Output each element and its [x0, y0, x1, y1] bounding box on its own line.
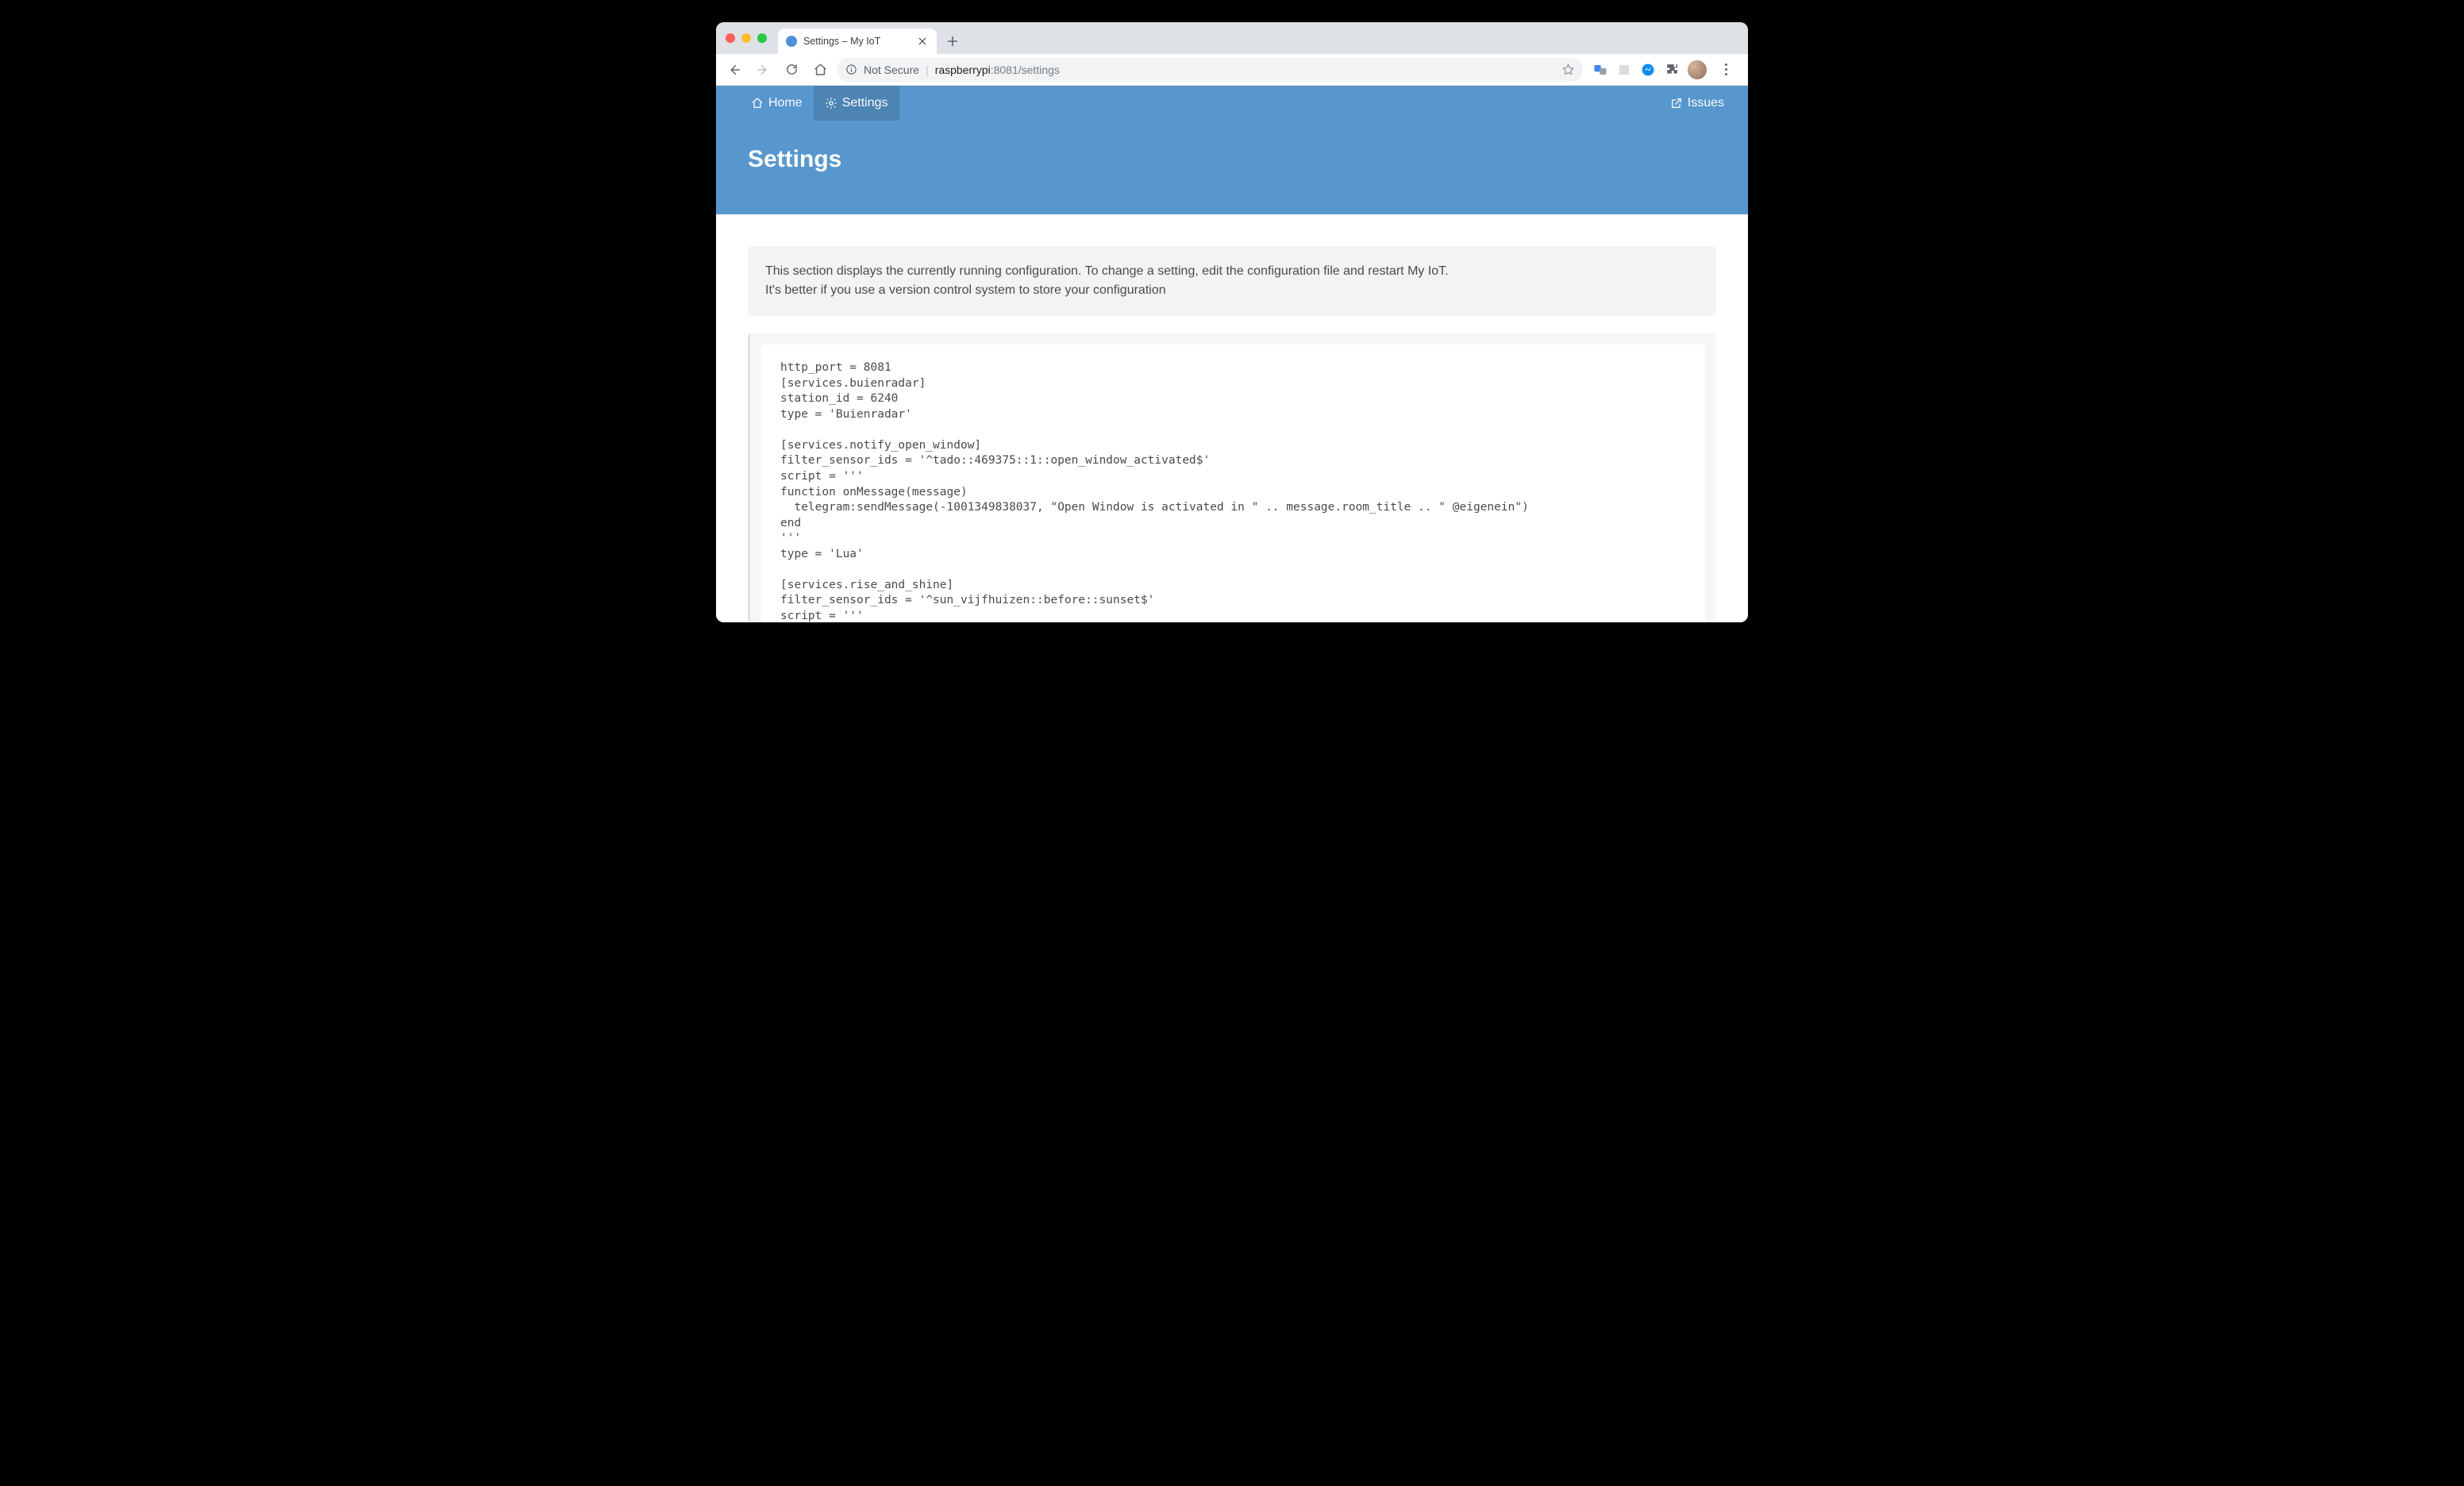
reload-icon — [785, 63, 799, 76]
address-bar[interactable]: Not Secure | raspberrypi:8081/settings — [837, 58, 1583, 82]
page-title: Settings — [716, 121, 1748, 214]
url-text: raspberrypi:8081/settings — [935, 64, 1060, 76]
info-notice: This section displays the currently runn… — [748, 246, 1716, 316]
browser-tab[interactable]: Settings – My IoT — [778, 29, 937, 54]
tab-strip: Settings – My IoT — [778, 22, 964, 54]
gear-icon — [825, 97, 837, 110]
notice-line-2: It's better if you use a version control… — [765, 281, 1699, 300]
nav-settings[interactable]: Settings — [814, 86, 899, 121]
browser-toolbar: Not Secure | raspberrypi:8081/settings — [716, 54, 1748, 86]
puzzle-icon — [1665, 63, 1679, 76]
security-label: Not Secure — [864, 64, 919, 76]
tab-title: Settings – My IoT — [803, 36, 910, 47]
titlebar: Settings – My IoT — [716, 22, 1748, 54]
tab-close-button[interactable] — [916, 35, 929, 48]
messenger-icon — [1641, 63, 1655, 77]
config-panel: http_port = 8081 [services.buienradar] s… — [748, 333, 1716, 622]
config-code: http_port = 8081 [services.buienradar] s… — [780, 360, 1686, 622]
nav-home-label: Home — [768, 96, 803, 110]
nav-issues[interactable]: Issues — [1670, 96, 1724, 110]
plus-icon — [947, 36, 958, 47]
tab-favicon — [786, 36, 797, 47]
external-link-icon — [1670, 97, 1683, 110]
translate-icon — [1593, 63, 1607, 77]
home-icon — [814, 63, 827, 76]
new-tab-button[interactable] — [941, 30, 964, 52]
content: This section displays the currently runn… — [716, 214, 1748, 622]
back-button[interactable] — [722, 58, 746, 82]
site-info-icon[interactable] — [845, 64, 857, 76]
arrow-right-icon — [756, 63, 770, 77]
nav-settings-label: Settings — [842, 96, 888, 110]
home-button[interactable] — [808, 58, 832, 82]
minimize-window-button[interactable] — [741, 33, 751, 43]
reload-button[interactable] — [780, 58, 803, 82]
extension-placeholder[interactable] — [1616, 62, 1632, 78]
notice-line-1: This section displays the currently runn… — [765, 262, 1699, 281]
maximize-window-button[interactable] — [757, 33, 767, 43]
messenger-extension[interactable] — [1640, 62, 1656, 78]
page-header: Home Settings Issues Settings — [716, 86, 1748, 214]
window-controls — [726, 33, 767, 43]
page: Home Settings Issues Settings This secti… — [716, 86, 1748, 622]
browser-window: Settings – My IoT Not S — [716, 22, 1748, 622]
star-icon — [1561, 63, 1575, 76]
url-path: :8081/settings — [991, 64, 1060, 76]
config-codeblock: http_port = 8081 [services.buienradar] s… — [761, 345, 1705, 622]
navbar: Home Settings Issues — [716, 86, 1748, 121]
profile-avatar[interactable] — [1688, 60, 1707, 79]
address-separator: | — [926, 64, 929, 76]
translate-extension[interactable] — [1592, 62, 1608, 78]
url-host: raspberrypi — [935, 64, 991, 76]
extensions-button[interactable] — [1664, 62, 1680, 78]
square-icon — [1618, 64, 1630, 76]
nav-issues-label: Issues — [1688, 96, 1724, 110]
extension-icons — [1588, 59, 1742, 81]
nav-home[interactable]: Home — [740, 86, 814, 121]
home-icon — [751, 97, 764, 110]
forward-button[interactable] — [751, 58, 775, 82]
close-icon — [918, 37, 926, 45]
bookmark-button[interactable] — [1561, 63, 1575, 76]
info-icon — [845, 64, 857, 75]
browser-menu-button[interactable] — [1715, 59, 1737, 81]
arrow-left-icon — [727, 63, 741, 77]
close-window-button[interactable] — [726, 33, 735, 43]
nav-left: Home Settings — [740, 86, 899, 121]
